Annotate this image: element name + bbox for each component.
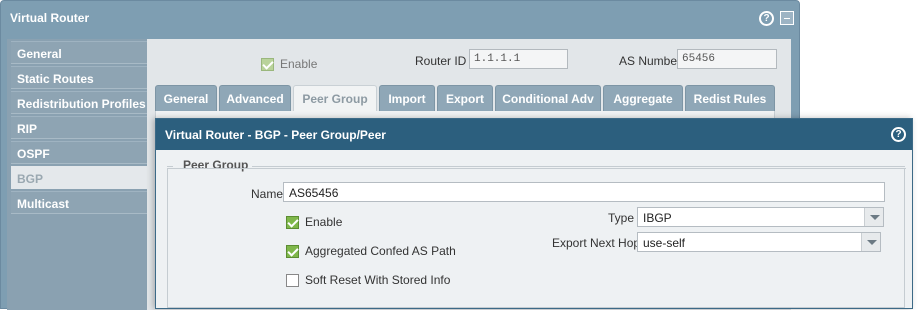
sidebar-item-static-routes[interactable]: Static Routes <box>11 66 147 89</box>
export-next-hop-value: use-self <box>643 236 686 250</box>
tab-general[interactable]: General <box>155 85 217 111</box>
name-input[interactable]: AS65456 <box>283 182 885 202</box>
as-number-input[interactable]: 65456 <box>677 49 777 69</box>
bgp-enable-label: Enable <box>280 57 318 71</box>
sidebar-item-label: Multicast <box>17 197 70 211</box>
sidebar-item-label: RIP <box>17 122 38 136</box>
type-label: Type <box>608 211 635 225</box>
enable-option[interactable]: Enable <box>286 215 342 229</box>
tab-advanced[interactable]: Advanced <box>219 85 291 111</box>
tab-label: Aggregate <box>613 92 673 106</box>
router-id-input[interactable]: 1.1.1.1 <box>469 49 568 69</box>
tab-label: Import <box>388 92 426 106</box>
soft-reset-checkbox[interactable] <box>286 273 299 287</box>
tab-label: Export <box>445 92 484 106</box>
chevron-down-icon[interactable] <box>864 208 883 226</box>
tab-import[interactable]: Import <box>379 85 435 111</box>
sidebar-item-general[interactable]: General <box>11 41 147 64</box>
bgp-enable-checkbox[interactable] <box>261 57 274 71</box>
sidebar-item-rip[interactable]: RIP <box>11 116 147 139</box>
sidebar: General Static Routes Redistribution Pro… <box>7 39 147 310</box>
export-next-hop-select[interactable]: use-self <box>637 232 881 252</box>
tab-redist-rules[interactable]: Redist Rules <box>685 85 775 111</box>
aggregated-confed-checkbox[interactable] <box>286 244 299 258</box>
tab-peer-group[interactable]: Peer Group <box>293 85 377 111</box>
dialog-title: Virtual Router - BGP - Peer Group/Peer <box>156 119 912 150</box>
minimize-icon[interactable] <box>780 11 794 25</box>
sidebar-item-label: OSPF <box>17 147 50 161</box>
sidebar-item-redistribution-profiles[interactable]: Redistribution Profiles <box>11 91 147 114</box>
as-number-label: AS Number <box>619 54 682 68</box>
name-label: Name <box>251 187 284 201</box>
tab-label: Redist Rules <box>693 92 767 106</box>
enable-label: Enable <box>305 215 343 229</box>
bgp-enable[interactable]: Enable <box>261 57 317 71</box>
tab-export[interactable]: Export <box>437 85 493 111</box>
aggregated-confed-label: Aggregated Confed AS Path <box>305 244 456 258</box>
tab-label: Advanced <box>226 92 284 106</box>
export-next-hop-label: Export Next Hop <box>552 236 641 250</box>
help-icon[interactable]: ? <box>891 127 906 142</box>
soft-reset-label: Soft Reset With Stored Info <box>305 273 451 287</box>
sidebar-item-label: BGP <box>17 172 44 186</box>
sidebar-item-label: General <box>17 47 62 61</box>
sidebar-item-label: Static Routes <box>17 72 94 86</box>
type-select-value: IBGP <box>643 211 672 225</box>
peer-group-dialog: Virtual Router - BGP - Peer Group/Peer ?… <box>155 118 913 309</box>
fieldset-border <box>167 166 905 167</box>
tab-label: Peer Group <box>302 92 368 106</box>
window-title: Virtual Router <box>10 11 90 25</box>
sidebar-item-label: Redistribution Profiles <box>17 97 146 111</box>
help-icon[interactable]: ? <box>759 11 774 26</box>
soft-reset-option[interactable]: Soft Reset With Stored Info <box>286 273 450 287</box>
tab-label: Conditional Adv <box>502 92 594 106</box>
sidebar-item-ospf[interactable]: OSPF <box>11 141 147 164</box>
dialog-body: Peer Group Name AS65456 Enable Aggregate… <box>156 150 912 308</box>
type-select[interactable]: IBGP <box>637 207 884 227</box>
router-id-label: Router ID <box>415 54 467 68</box>
sidebar-item-multicast[interactable]: Multicast <box>11 191 147 214</box>
tab-conditional-adv[interactable]: Conditional Adv <box>495 85 601 111</box>
tab-aggregate[interactable]: Aggregate <box>603 85 683 111</box>
sidebar-item-bgp[interactable]: BGP <box>11 166 147 189</box>
aggregated-confed-option[interactable]: Aggregated Confed AS Path <box>286 244 456 258</box>
enable-checkbox[interactable] <box>286 215 299 229</box>
tab-label: General <box>163 92 209 106</box>
chevron-down-icon[interactable] <box>861 233 880 251</box>
